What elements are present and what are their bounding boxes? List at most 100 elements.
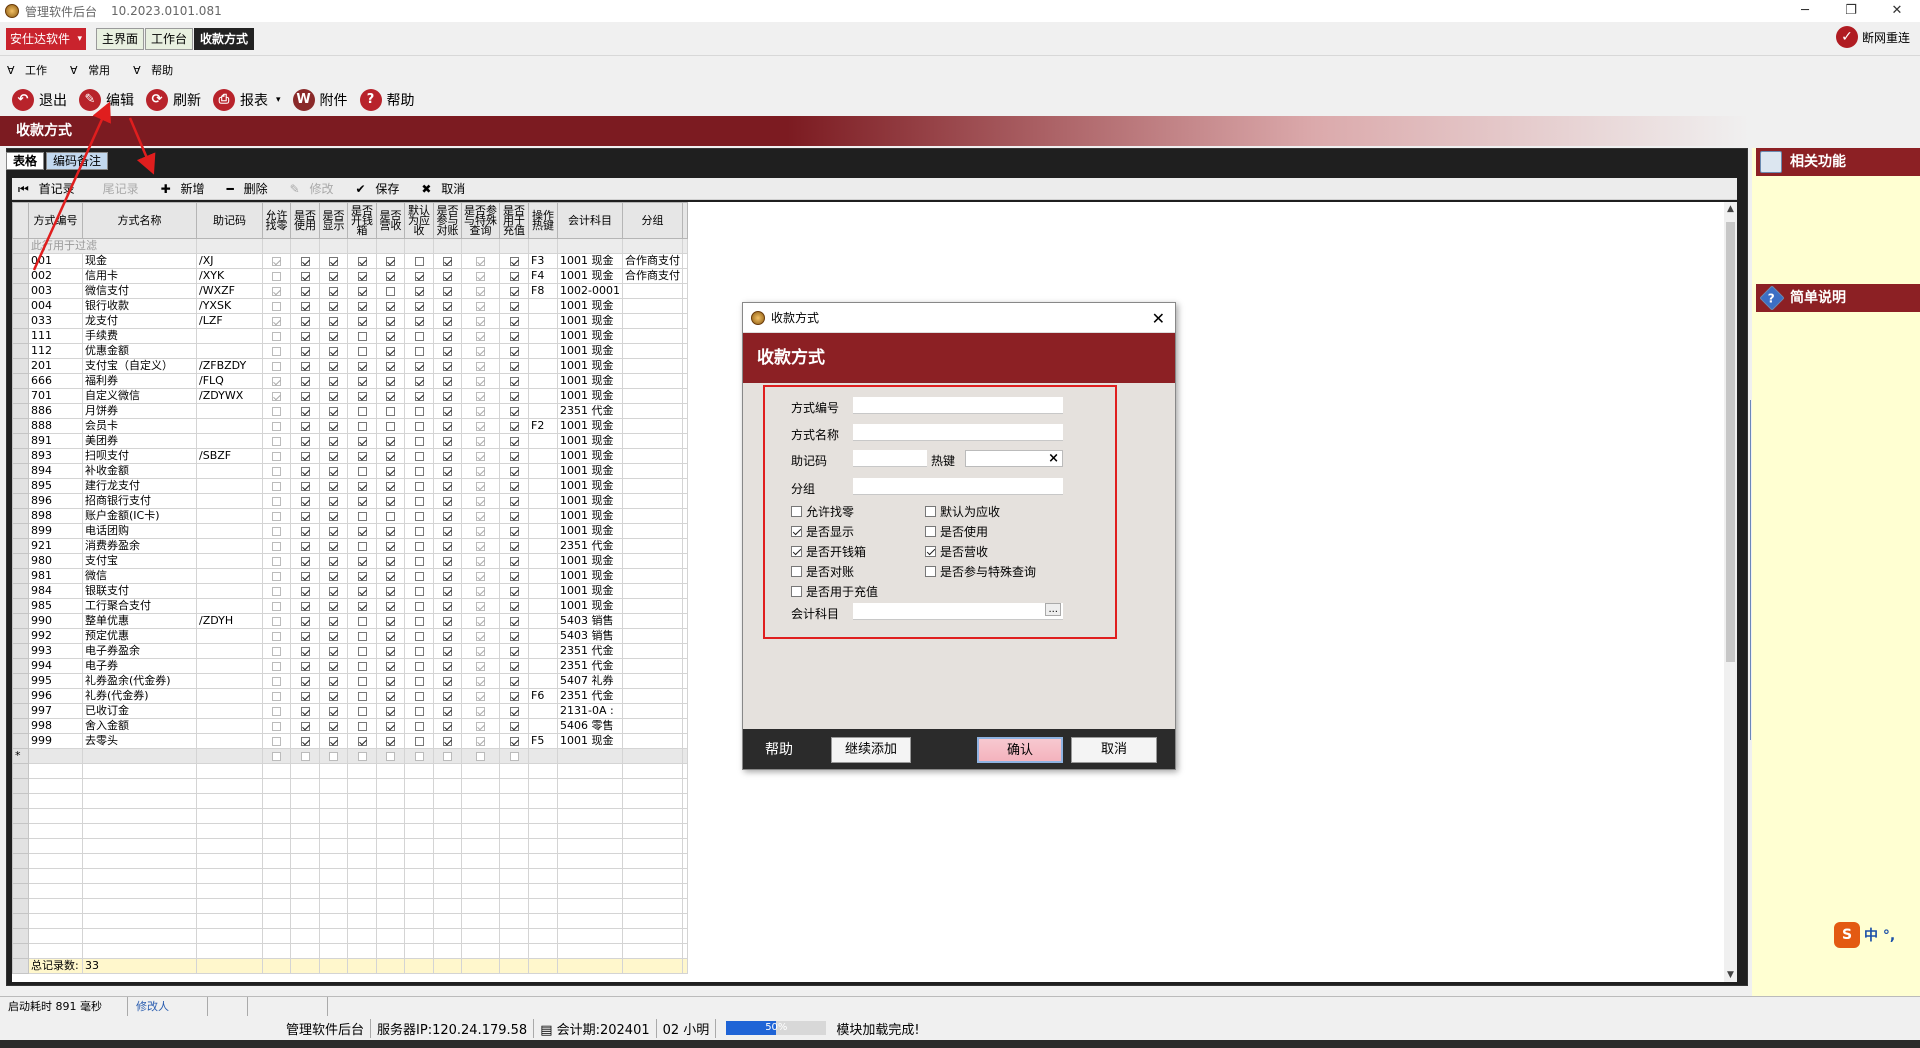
checkbox[interactable] xyxy=(329,616,338,626)
memo-cell[interactable] xyxy=(196,523,263,539)
flag-cell[interactable] xyxy=(376,643,405,659)
flag-cell[interactable] xyxy=(319,688,348,704)
group-cell[interactable] xyxy=(621,508,683,524)
checkbox[interactable] xyxy=(414,481,424,491)
flag-cell[interactable] xyxy=(433,268,462,284)
flag-cell[interactable] xyxy=(404,388,434,404)
table-row[interactable]: 701 自定义微信/ZDYWX 1001 现金 xyxy=(12,388,688,404)
memo-cell[interactable]: /LZF xyxy=(196,313,263,329)
flag-cell[interactable] xyxy=(262,718,291,734)
flag-cell[interactable] xyxy=(290,313,320,329)
group-cell[interactable] xyxy=(621,628,683,644)
code-cell[interactable]: 004 xyxy=(28,298,83,314)
checkbox[interactable] xyxy=(272,451,281,461)
column-header[interactable]: 是否显示 xyxy=(319,202,348,239)
flag-cell[interactable] xyxy=(347,388,377,404)
flag-cell[interactable] xyxy=(262,673,291,689)
flag-cell[interactable] xyxy=(319,463,348,479)
hotkey-cell[interactable]: F8 xyxy=(528,283,558,299)
flag-cell[interactable] xyxy=(461,418,500,434)
flag-cell[interactable] xyxy=(499,298,529,314)
checkbox[interactable] xyxy=(357,721,367,731)
checkbox[interactable] xyxy=(414,496,424,506)
flag-cell[interactable] xyxy=(347,673,377,689)
flag-cell[interactable] xyxy=(433,343,462,359)
flag-cell[interactable] xyxy=(347,643,377,659)
checkbox[interactable] xyxy=(509,571,519,581)
flag-cell[interactable] xyxy=(461,538,500,554)
flag-cell[interactable] xyxy=(404,583,434,599)
hotkey-cell[interactable] xyxy=(528,523,558,539)
hotkey-cell[interactable] xyxy=(528,568,558,584)
checkbox[interactable] xyxy=(509,406,519,416)
checkbox[interactable] xyxy=(300,571,310,581)
checkbox[interactable] xyxy=(272,316,281,326)
checkbox[interactable] xyxy=(414,661,424,671)
flag-cell[interactable] xyxy=(461,388,500,404)
memo-cell[interactable]: /XYK xyxy=(196,268,263,284)
checkbox[interactable] xyxy=(509,346,519,356)
checkbox[interactable] xyxy=(476,496,485,506)
checkbox[interactable] xyxy=(476,301,485,311)
account-cell[interactable]: 1001 现金 xyxy=(557,358,623,374)
account-cell[interactable]: 1001 现金 xyxy=(557,328,623,344)
flag-cell[interactable] xyxy=(433,373,462,389)
checkbox[interactable] xyxy=(300,526,310,536)
flag-cell[interactable] xyxy=(262,433,291,449)
checkbox[interactable] xyxy=(272,481,281,491)
flag-cell[interactable] xyxy=(347,253,377,269)
group-cell[interactable]: 合作商支付 xyxy=(621,253,683,269)
table-row[interactable]: 886 月饼券 2351 代金 xyxy=(12,403,688,419)
code-cell[interactable]: 981 xyxy=(28,568,83,584)
flag-cell[interactable] xyxy=(290,268,320,284)
flag-cell[interactable] xyxy=(319,613,348,629)
checkbox[interactable] xyxy=(329,391,338,401)
flag-cell[interactable] xyxy=(376,718,405,734)
table-row[interactable]: 002 信用卡/XYK F4 1001 现金 合作商支付 xyxy=(12,268,688,284)
flag-cell[interactable] xyxy=(499,253,529,269)
checkbox[interactable] xyxy=(272,706,281,716)
account-cell[interactable]: 1001 现金 xyxy=(557,268,623,284)
flag-cell[interactable] xyxy=(499,613,529,629)
checkbox[interactable] xyxy=(509,301,519,311)
checkbox[interactable] xyxy=(300,391,310,401)
checkbox[interactable] xyxy=(414,556,424,566)
flag-cell[interactable] xyxy=(262,538,291,554)
checkbox[interactable] xyxy=(443,751,452,761)
account-cell[interactable]: 1001 现金 xyxy=(557,373,623,389)
minimize-icon[interactable]: ─ xyxy=(1782,0,1828,22)
checkbox[interactable] xyxy=(509,676,519,686)
group-cell[interactable] xyxy=(621,328,683,344)
group-input[interactable] xyxy=(853,478,1063,495)
checkbox[interactable] xyxy=(443,451,452,461)
checkbox[interactable] xyxy=(357,316,367,326)
checkbox[interactable] xyxy=(329,526,338,536)
checkbox[interactable] xyxy=(414,256,424,266)
checkbox[interactable] xyxy=(300,481,310,491)
flag-cell[interactable] xyxy=(461,298,500,314)
checkbox[interactable] xyxy=(300,316,310,326)
table-row[interactable]: 981 微信 1001 现金 xyxy=(12,568,688,584)
checkbox[interactable] xyxy=(386,421,395,431)
name-input[interactable] xyxy=(853,424,1063,441)
group-cell[interactable] xyxy=(621,733,683,749)
checkbox[interactable] xyxy=(414,706,424,716)
table-row[interactable]: 898 账户金额(IC卡) 1001 现金 xyxy=(12,508,688,524)
checkbox[interactable] xyxy=(414,316,424,326)
checkbox[interactable] xyxy=(476,721,485,731)
checkbox[interactable] xyxy=(386,256,395,266)
checkbox[interactable] xyxy=(386,436,395,446)
filter-cell[interactable] xyxy=(262,238,291,254)
memo-cell[interactable] xyxy=(196,343,263,359)
flag-cell[interactable] xyxy=(461,718,500,734)
flag-cell[interactable] xyxy=(290,253,320,269)
checkbox[interactable] xyxy=(357,421,367,431)
name-cell[interactable]: 手续费 xyxy=(82,328,197,344)
checkbox[interactable] xyxy=(357,601,367,611)
flag-cell[interactable] xyxy=(376,343,405,359)
group-cell[interactable] xyxy=(621,283,683,299)
checkbox[interactable] xyxy=(386,316,395,326)
flag-cell[interactable] xyxy=(376,748,405,764)
name-cell[interactable]: 扫呗支付 xyxy=(82,448,197,464)
group-cell[interactable] xyxy=(621,538,683,554)
